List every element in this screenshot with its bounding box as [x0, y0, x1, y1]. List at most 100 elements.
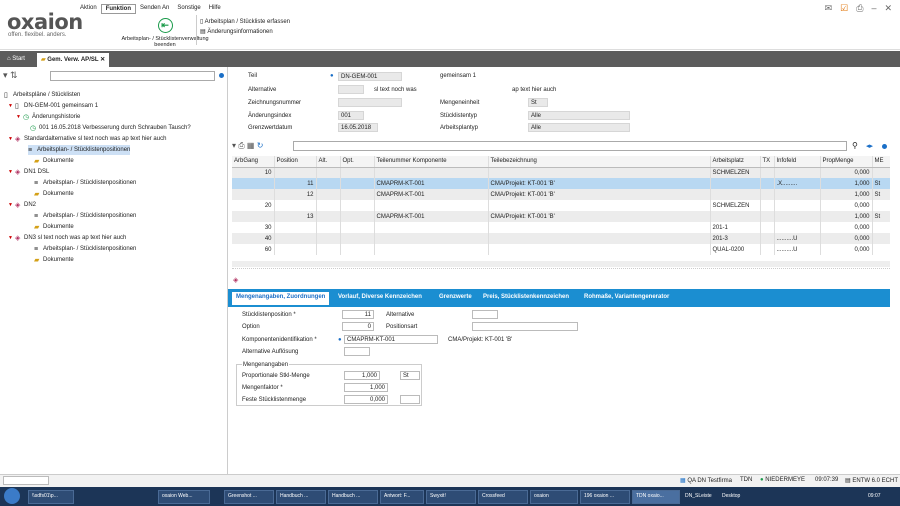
taskbar-item[interactable]: Handbuch ... [276, 490, 326, 504]
ribbon-link-aenderung[interactable]: ▤ Änderungsinformationen [200, 28, 273, 35]
tab-start[interactable]: ⌂ Start [3, 53, 29, 67]
status-input[interactable] [3, 476, 49, 485]
alternative-select[interactable] [472, 310, 498, 319]
print-icon[interactable]: ⎙ [856, 3, 863, 14]
prop-unit-select[interactable]: St [400, 371, 420, 380]
stueckpos-input[interactable]: 11 [342, 310, 374, 319]
tree-item-positions[interactable]: ≡ Arbeitsplan- / Stücklistenpositionen [34, 244, 136, 254]
tree-root[interactable]: ▯ Arbeitspläne / Stücklisten [4, 90, 80, 100]
fest-input[interactable]: 0,000 [344, 395, 388, 404]
faktor-input[interactable]: 1,000 [344, 383, 388, 392]
taskbar-item[interactable]: Crossfeed [478, 490, 528, 504]
table-row[interactable]: 10 SCHMELZEN 0,000 [232, 167, 890, 178]
col-tx[interactable]: TX [760, 156, 775, 168]
option-input[interactable]: 0 [342, 322, 374, 331]
tree-item-positions[interactable]: ≡ Arbeitsplan- / Stücklistenpositionen [34, 178, 136, 188]
arbeitsplantyp-field[interactable]: Alle [528, 123, 630, 132]
horizontal-scrollbar[interactable] [232, 261, 890, 267]
close-icon[interactable]: ✕ [98, 57, 105, 63]
col-infofeld[interactable]: Infofeld [774, 156, 821, 168]
col-opt[interactable]: Opt. [340, 156, 375, 168]
taskbar-item[interactable]: Antwort: F... [380, 490, 424, 504]
tree-item-documents[interactable]: ▰ Dokumente [34, 156, 74, 166]
search-dot-icon[interactable] [219, 73, 224, 78]
prop-input[interactable]: 1,000 [344, 371, 380, 380]
komp-input[interactable]: CMAPRM-KT-001 [344, 335, 438, 344]
tab-gem-verw[interactable]: ▰ Gem. Verw. AP/SL ✕ [37, 53, 110, 67]
mail-icon[interactable]: ✉ [825, 3, 833, 14]
taskbar-item[interactable]: oxaion [530, 490, 578, 504]
info-icon[interactable]: ● [338, 337, 342, 343]
menu-senden-an[interactable]: Senden An [136, 4, 173, 14]
positionsart-select[interactable] [472, 322, 578, 331]
minimize-icon[interactable]: – [871, 3, 876, 14]
tab-grenzwerte[interactable]: Grenzwerte [435, 292, 476, 305]
col-arbgang[interactable]: ArbGang [232, 156, 275, 168]
tab-mengenangaben[interactable]: Mengenangaben, Zuordnungen [232, 292, 330, 305]
print-icon[interactable]: ⎙ [238, 141, 244, 150]
col-position[interactable]: Position [274, 156, 317, 168]
end-management-button[interactable]: ⇤ Arbeitsplan- / Stücklistenverwaltung b… [118, 18, 212, 48]
tree-item-documents[interactable]: ▰ Dokumente [34, 222, 74, 232]
tree-item-part[interactable]: ▼ ▯ DN-GEM-001 gemeinsam 1 [8, 101, 98, 111]
col-me[interactable]: ME [872, 156, 890, 168]
taskbar-item[interactable]: Handbuch ... [328, 490, 378, 504]
aenderung-field[interactable]: 001 [338, 111, 364, 120]
table-row[interactable]: 13 CMAPRM-KT-001 CMA/Projekt: KT-001 'B' 1,… [232, 211, 890, 222]
start-orb-icon[interactable] [4, 488, 20, 504]
taskbar-item[interactable]: 196 oxaion ... [580, 490, 630, 504]
menu-sonstige[interactable]: Sonstige [173, 4, 204, 14]
alternative-field[interactable] [338, 85, 364, 94]
fest-unit-select[interactable] [400, 395, 420, 404]
tree-item-documents[interactable]: ▰ Dokumente [34, 189, 74, 199]
grenzwert-field[interactable]: 16.05.2018 [338, 123, 378, 132]
desktop-toolbar[interactable]: Desktop [722, 493, 740, 499]
tree-item-positions[interactable]: ≡ Arbeitsplan- / Stücklistenpositionen [34, 211, 136, 221]
teil-field[interactable]: DN-GEM-001 [338, 72, 402, 81]
table-row[interactable]: 20 SCHMELZEN 0,000 [232, 200, 890, 211]
taskbar-item[interactable]: oxaion Web... [158, 490, 210, 504]
menu-funktion[interactable]: Funktion [100, 4, 137, 14]
menu-aktion[interactable]: Aktion [76, 4, 101, 14]
filter-icon[interactable]: ▾ [232, 141, 236, 150]
table-row[interactable]: 30 201-1 0,000 [232, 222, 890, 233]
table-row[interactable]: 60 QUAL-0200 ..........U 0,000 [232, 244, 890, 255]
grid-dot-icon[interactable] [882, 144, 887, 149]
nav-arrows-icon[interactable]: ◂▸ [866, 142, 873, 150]
expand-icon[interactable]: ▼ [8, 169, 13, 175]
close-icon[interactable]: ✕ [884, 3, 892, 14]
grid-search-input[interactable] [293, 141, 847, 151]
col-arbeitsplatz[interactable]: Arbeitsplatz [710, 156, 761, 168]
col-propmenge[interactable]: PropMenge [820, 156, 873, 168]
mengeneinheit-field[interactable]: St [528, 98, 548, 107]
tree-item-positions[interactable]: ≡ Arbeitsplan- / Stücklistenpositionen [28, 145, 131, 155]
tree-item-dn1[interactable]: ▼ ◈ DN1 DSL [8, 167, 49, 177]
tab-preis[interactable]: Preis, Stücklistenkennzeichen [479, 292, 573, 305]
tree-item-history[interactable]: ▼ ◷ Änderungshistorie [16, 112, 80, 122]
tree-search-input[interactable] [50, 71, 215, 81]
tree-item-change[interactable]: ◷ 001 16.05.2018 Verbesserung durch Schra… [30, 123, 191, 133]
tree-item-dn2[interactable]: ▼ ◈ DN2 [8, 200, 36, 210]
taskbar-item-active[interactable]: TDN oxaio... [632, 490, 680, 504]
tree-item-documents[interactable]: ▰ Dokumente [34, 255, 74, 265]
ribbon-link-erfassen[interactable]: ▯ Arbeitsplan / Stückliste erfassen [200, 18, 290, 25]
col-teilebezeichnung[interactable]: Teilebezeichnung [488, 156, 711, 168]
tree-item-standardalternative[interactable]: ▼ ◈ Standardalternative sl text noch was a… [8, 134, 166, 144]
export-icon[interactable]: ▦ [247, 141, 255, 150]
info-icon[interactable]: ● [330, 73, 334, 79]
table-row[interactable]: 12 CMAPRM-KT-001 CMA/Projekt: KT-001 'B' 1,… [232, 189, 890, 200]
pane-splitter[interactable] [232, 268, 890, 273]
tree-item-dn3[interactable]: ▼ ◈ DN3 sl text noch was ap text hier auch [8, 233, 126, 243]
expand-icon[interactable]: ▼ [8, 103, 13, 109]
menu-hilfe[interactable]: Hilfe [205, 4, 225, 14]
taskbar-item[interactable]: Swyxit! [426, 490, 476, 504]
col-alt[interactable]: Alt. [316, 156, 341, 168]
table-row[interactable]: 40 201-3 ..........U 0,000 [232, 233, 890, 244]
altaufl-select[interactable] [344, 347, 370, 356]
tab-vorlauf[interactable]: Vorlauf, Diverse Kennzeichen [334, 292, 426, 305]
zeichnung-field[interactable] [338, 98, 402, 107]
expand-icon[interactable]: ▼ [16, 114, 21, 120]
col-teilenummer[interactable]: Teilenummer Komponente [374, 156, 489, 168]
taskbar-item[interactable]: Greenshot ... [224, 490, 274, 504]
refresh-icon[interactable]: ↻ [257, 141, 264, 150]
